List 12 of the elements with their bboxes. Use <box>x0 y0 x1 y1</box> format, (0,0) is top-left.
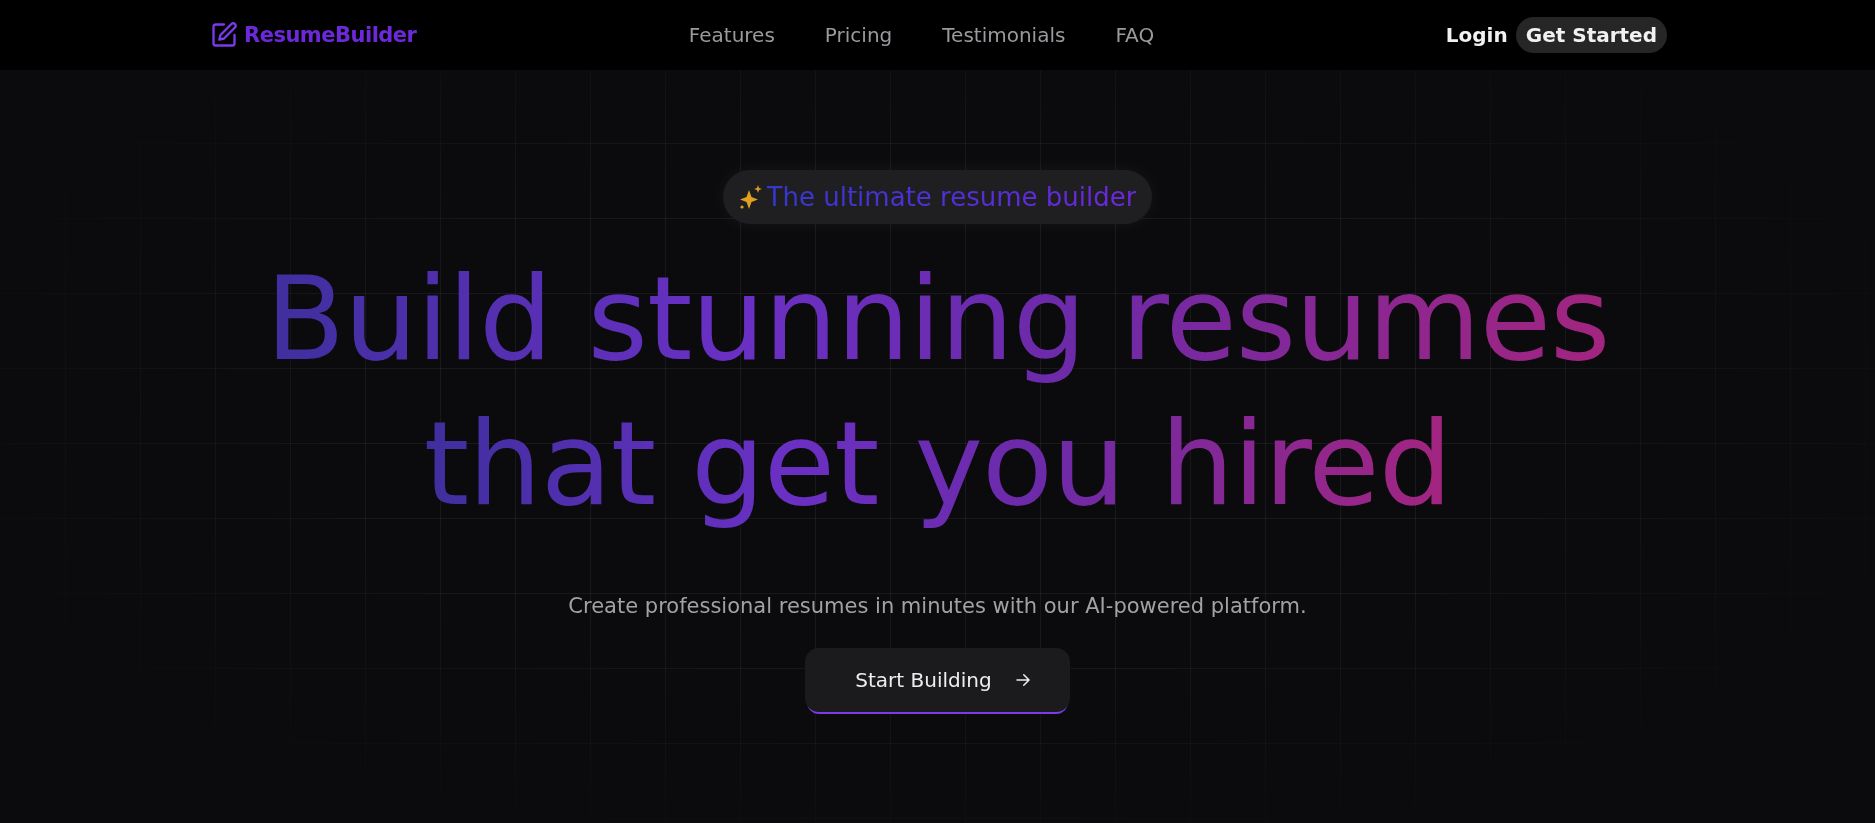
logo-text: ResumeBuilder <box>244 23 417 47</box>
nav-link[interactable]: FAQ <box>1115 23 1155 47</box>
nav-link[interactable]: Features <box>688 23 775 47</box>
arrow-right-icon <box>1013 671 1032 689</box>
nav-link[interactable]: Testimonials <box>942 23 1066 47</box>
start-building-button[interactable]: Start Building <box>805 648 1070 712</box>
edit-icon <box>210 21 238 49</box>
get-started-button[interactable]: Get Started <box>1515 17 1667 53</box>
sparkle-icon <box>738 184 763 210</box>
login-link[interactable]: Login <box>1445 23 1508 47</box>
nav-link[interactable]: Pricing <box>824 23 893 47</box>
hero-subtitle: Create professional resumes in minutes with our AI-powered platform. <box>568 594 1307 618</box>
